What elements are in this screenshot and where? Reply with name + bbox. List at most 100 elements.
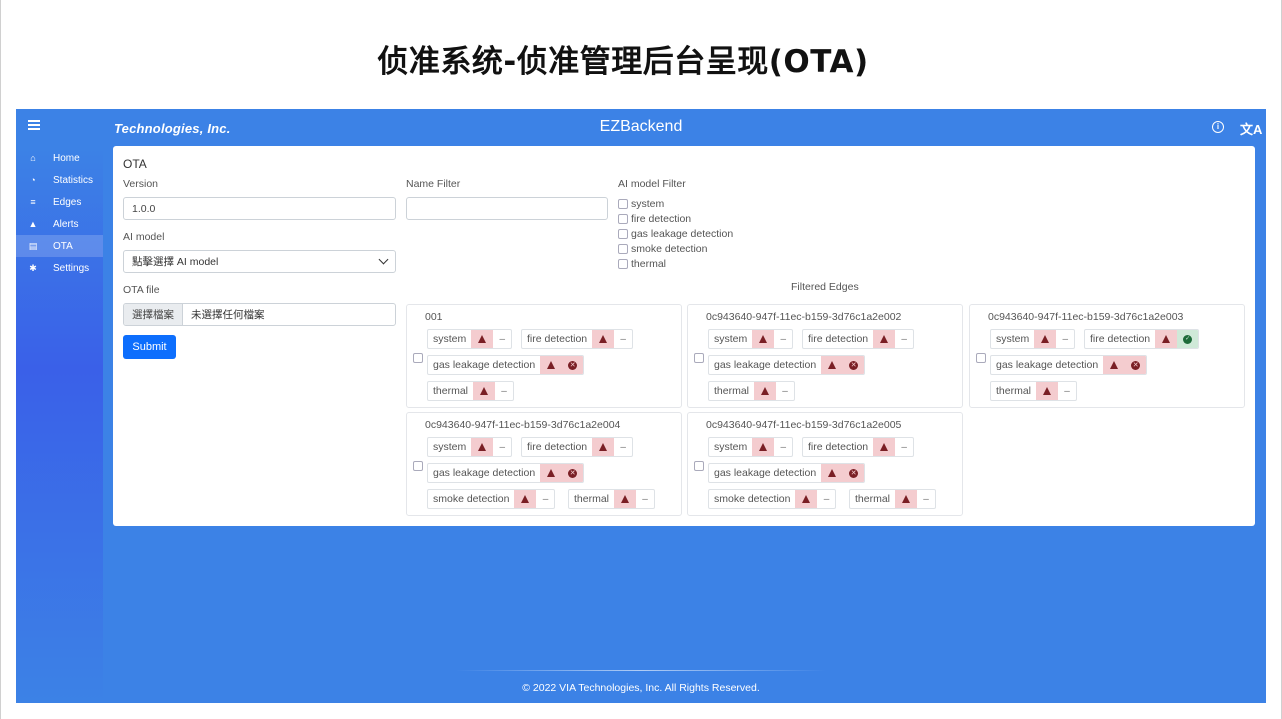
model-filter-option[interactable]: gas leakage detection [618,226,733,241]
model-tag-label: system [714,333,748,345]
model-status-tag: gas leakage detection ✕ [708,463,866,483]
warning-icon [592,330,615,348]
error-icon: ✕ [1125,356,1147,374]
ota-file-input[interactable]: 選擇檔案 未選擇任何檔案 [123,303,396,326]
home-icon: ⌂ [30,153,36,163]
close-circle-icon: ✕ [849,468,859,478]
app-title: EZBackend [599,118,683,135]
sidebar-item-home[interactable]: ⌂ Home [16,147,103,169]
warning-icon [1103,356,1126,374]
warning-icon [821,464,844,482]
warning-icon [540,464,563,482]
model-tag-label: gas leakage detection [433,467,536,479]
filter-checkbox[interactable] [618,258,628,269]
sidebar-item-label: Alerts [53,218,79,230]
filter-option-label: thermal [631,257,667,270]
submit-button[interactable]: Submit [123,335,176,359]
model-status-tag: fire detection – [802,329,915,349]
edge-name: 0c943640-947f-11ec-b159-3d76c1a2e002 [706,311,902,323]
model-status-tag: thermal – [990,381,1078,401]
top-navbar: Technologies, Inc. EZBackend i 文A [16,109,1266,147]
edge-card: 0c943640-947f-11ec-b159-3d76c1a2e002 syst… [687,304,963,408]
model-status-tag: system – [708,329,794,349]
bell-icon: ▲ [28,219,38,229]
warning-icon [471,438,494,456]
warning-triangle-icon [880,335,889,343]
sidebar-item-ota[interactable]: ▤ OTA [16,235,103,257]
filter-checkbox[interactable] [618,198,628,209]
model-filter-label: AI model Filter [618,178,686,190]
close-circle-icon: ✕ [849,360,859,370]
model-status-tag: gas leakage detection ✕ [427,355,585,375]
dash-icon: – [501,385,507,397]
model-filter-option[interactable]: thermal [618,256,733,271]
dash-icon: – [901,333,907,345]
edge-select-checkbox[interactable] [694,461,704,471]
model-tag-label: system [714,441,748,453]
warning-icon [754,382,777,400]
ai-model-select[interactable]: 點擊選擇 AI model [123,250,396,273]
dash-icon: – [823,493,830,505]
name-filter-input[interactable] [406,197,608,220]
sidebar-item-label: Home [53,152,80,164]
warning-icon [1155,330,1178,348]
warning-triangle-icon [759,443,768,451]
choose-file-button[interactable]: 選擇檔案 [124,304,183,325]
sidebar: ⌂ Home ◔ Statistics ≡ Edges ▲ Alerts ▤ OTA ✱ Settin… [16,147,103,703]
edge-select-checkbox[interactable] [413,461,423,471]
dash-icon: – [499,333,506,345]
model-tag-label: system [996,333,1030,345]
edge-select-checkbox[interactable] [976,353,986,363]
warning-triangle-icon [599,335,608,343]
filter-checkbox[interactable] [618,213,628,224]
info-icon[interactable]: i [1212,121,1224,133]
model-filter-option[interactable]: fire detection [618,211,733,226]
filter-checkbox[interactable] [618,228,628,239]
model-tag-label: gas leakage detection [433,359,536,371]
error-icon: ✕ [562,464,584,482]
warning-icon [540,356,563,374]
warning-icon [1034,330,1057,348]
warning-triangle-icon [802,495,811,503]
filtered-edges-title: Filtered Edges [791,281,859,293]
warning-triangle-icon [1043,387,1052,395]
version-input[interactable]: 1.0.0 [123,197,396,220]
close-circle-icon: ✕ [568,360,578,370]
dash-icon: – [1062,333,1069,345]
close-circle-icon: ✕ [568,468,578,478]
warning-triangle-icon [547,361,556,369]
filter-checkbox[interactable] [618,243,628,254]
model-status-tag: system – [708,437,794,457]
ota-file-label: OTA file [123,284,160,296]
server-icon: ≡ [30,197,36,207]
sidebar-item-statistics[interactable]: ◔ Statistics [16,169,103,191]
warning-icon [592,438,615,456]
dash-icon: – [1064,385,1070,397]
dash-icon: – [780,333,787,345]
edge-name: 001 [425,311,443,323]
edge-card: 0c943640-947f-11ec-b159-3d76c1a2e004 syst… [406,412,682,516]
filter-option-label: fire detection [631,212,692,225]
model-tag-label: fire detection [527,333,588,345]
sidebar-item-edges[interactable]: ≡ Edges [16,191,103,213]
edge-select-checkbox[interactable] [413,353,423,363]
model-tag-label: smoke detection [714,493,791,505]
warning-triangle-icon [521,495,530,503]
model-filter-option[interactable]: system [618,196,733,211]
model-tag-label: gas leakage detection [996,359,1099,371]
warning-triangle-icon [902,495,911,503]
ai-model-value: 點擊選擇 AI model [132,256,219,268]
sidebar-item-settings[interactable]: ✱ Settings [16,257,103,279]
model-status-tag: system – [427,329,513,349]
warning-triangle-icon [621,495,630,503]
model-filter-option[interactable]: smoke detection [618,241,733,256]
model-status-tag: fire detection – [802,437,915,457]
edge-name: 0c943640-947f-11ec-b159-3d76c1a2e003 [988,311,1184,323]
translate-icon[interactable]: 文A [1240,119,1262,138]
edge-select-checkbox[interactable] [694,353,704,363]
filter-option-label: gas leakage detection [631,227,734,240]
model-filter-list: system fire detection gas leakage detectio… [618,196,733,271]
warning-triangle-icon [1162,335,1171,343]
sidebar-item-alerts[interactable]: ▲ Alerts [16,213,103,235]
dash-icon: – [923,493,929,505]
